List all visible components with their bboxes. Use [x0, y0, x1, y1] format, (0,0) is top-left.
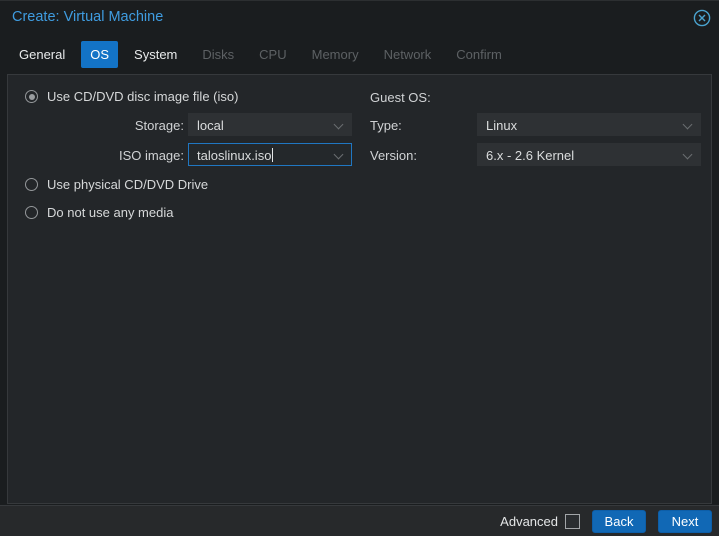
guest-os-heading: Guest OS: [370, 90, 431, 105]
wizard-tabs: General OS System Disks CPU Memory Netwo… [10, 41, 511, 68]
dialog-footer: Advanced Back Next [0, 505, 719, 536]
type-value: Linux [486, 118, 518, 133]
tab-system[interactable]: System [125, 41, 186, 68]
iso-image-label: ISO image: [118, 148, 184, 163]
text-caret [272, 148, 274, 162]
iso-image-combo[interactable]: taloslinux.iso [188, 143, 352, 166]
os-tab-panel [7, 74, 712, 504]
radio-no-media-label: Do not use any media [47, 205, 174, 220]
advanced-label: Advanced [500, 514, 558, 529]
tab-memory: Memory [311, 47, 359, 62]
version-select[interactable]: 6.x - 2.6 Kernel [477, 143, 701, 166]
chevron-down-icon[interactable] [682, 119, 693, 130]
storage-value: local [197, 118, 224, 133]
next-button[interactable]: Next [658, 510, 712, 533]
dialog-title: Create: Virtual Machine [12, 9, 164, 25]
version-value: 6.x - 2.6 Kernel [486, 148, 575, 163]
storage-select[interactable]: local [188, 113, 352, 136]
radio-no-media[interactable]: Do not use any media [25, 205, 173, 220]
storage-label: Storage: [134, 118, 184, 133]
chevron-down-icon[interactable] [333, 119, 344, 130]
back-button[interactable]: Back [592, 510, 646, 533]
tab-os[interactable]: OS [81, 41, 119, 68]
tab-general[interactable]: General [10, 41, 74, 68]
radio-icon[interactable] [25, 206, 38, 219]
type-label: Type: [370, 118, 402, 133]
advanced-toggle[interactable]: Advanced [500, 514, 580, 529]
radio-use-iso-label: Use CD/DVD disc image file (iso) [47, 89, 239, 104]
chevron-down-icon[interactable] [682, 149, 693, 160]
iso-image-value: taloslinux.iso [197, 148, 272, 163]
chevron-down-icon[interactable] [333, 149, 344, 160]
tab-disks: Disks [202, 47, 235, 62]
tab-confirm: Confirm [456, 47, 502, 62]
version-label: Version: [370, 148, 417, 163]
tab-network: Network [383, 47, 432, 62]
radio-icon[interactable] [25, 178, 38, 191]
close-icon[interactable] [693, 9, 711, 27]
advanced-checkbox[interactable] [565, 514, 580, 529]
radio-physical-drive[interactable]: Use physical CD/DVD Drive [25, 177, 208, 192]
radio-physical-drive-label: Use physical CD/DVD Drive [47, 177, 209, 192]
tab-cpu: CPU [259, 47, 287, 62]
radio-icon[interactable] [25, 90, 38, 103]
create-vm-dialog: Create: Virtual Machine General OS Syste… [0, 0, 719, 536]
type-select[interactable]: Linux [477, 113, 701, 136]
radio-use-iso[interactable]: Use CD/DVD disc image file (iso) [25, 89, 238, 104]
